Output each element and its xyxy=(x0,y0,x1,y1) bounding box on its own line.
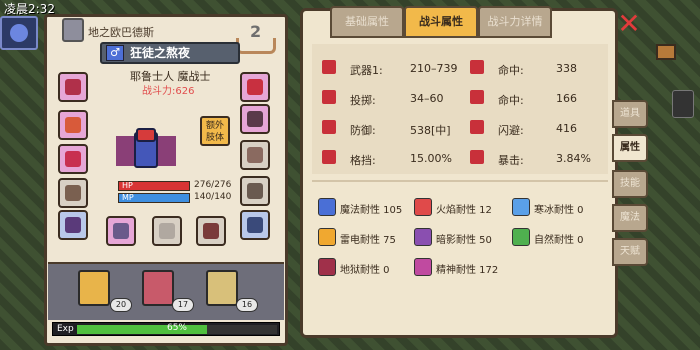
equip-slot-helmet[interactable] xyxy=(58,72,88,102)
leaf-icon xyxy=(512,228,530,246)
stat-value: 166 xyxy=(556,92,577,105)
equip-slot-belt[interactable] xyxy=(240,140,270,170)
shadow-icon xyxy=(414,228,432,246)
stat-value: 3.84% xyxy=(556,152,591,165)
equip-slot-head-ornament[interactable] xyxy=(240,72,270,102)
hell-icon xyxy=(318,258,336,276)
close-icon[interactable]: ✕ xyxy=(616,10,642,38)
resistance-label: 雷电耐性 75 xyxy=(340,235,396,246)
target-icon xyxy=(470,90,484,104)
resistance-label: 精神耐性 172 xyxy=(436,265,499,276)
stat-value: 34–60 xyxy=(410,92,444,105)
tab-basic-attributes[interactable]: 基础属性 xyxy=(330,6,404,38)
side-tab-items[interactable]: 道具 xyxy=(612,100,648,128)
stat-label: 闪避: xyxy=(498,124,524,137)
resistance-label: 暗影耐性 50 xyxy=(436,235,492,246)
character-name: 地之欧巴德斯 xyxy=(88,26,154,39)
block-icon xyxy=(322,150,336,164)
equip-slot-amulet[interactable] xyxy=(58,110,88,140)
class-banner: ♂ 狂徒之熬夜 xyxy=(100,42,240,64)
resistance-label: 魔法耐性 105 xyxy=(340,205,403,216)
side-tab-talents[interactable]: 天赋 xyxy=(612,238,648,266)
stat-value: 210–739 xyxy=(410,62,458,75)
hero-sprite xyxy=(116,128,176,178)
mp-value: 140/140 xyxy=(194,192,232,202)
exp-bar: Exp 65% xyxy=(52,322,280,336)
extra-limb-button[interactable]: 额外肢体 xyxy=(200,116,230,146)
stat-label: 暴击: xyxy=(498,154,524,167)
stat-label: 武器1: xyxy=(350,64,383,77)
mp-bar: MP xyxy=(118,193,190,203)
exp-percent: 65% xyxy=(166,323,187,333)
side-tab-skills[interactable]: 技能 xyxy=(612,170,648,198)
class-title: 狂徒之熬夜 xyxy=(130,46,191,60)
equip-slot-weapon[interactable] xyxy=(58,144,88,174)
side-tab-attributes[interactable]: 属性 xyxy=(612,134,648,162)
party-level-badge: 16 xyxy=(236,298,258,312)
stat-value: 338 xyxy=(556,62,577,75)
tab-combat-attributes[interactable]: 战斗属性 xyxy=(404,6,478,38)
equip-slot-offhand-2[interactable] xyxy=(152,216,182,246)
shield-icon xyxy=(322,120,336,134)
bow-icon xyxy=(322,90,336,104)
phone-icon[interactable] xyxy=(672,90,694,118)
stat-label: 命中: xyxy=(498,94,524,107)
equip-slot-offhand-1[interactable] xyxy=(106,216,136,246)
mp-row: MP 140/140 xyxy=(118,192,278,204)
dodge-icon xyxy=(470,120,484,134)
side-tab-magic[interactable]: 魔法 xyxy=(612,204,648,232)
stat-value: 538[中] xyxy=(410,124,451,137)
spirit-icon xyxy=(414,258,432,276)
party-level-badge: 20 xyxy=(110,298,132,312)
fire-icon xyxy=(414,198,432,216)
stat-label: 格挡: xyxy=(350,154,376,167)
party-member-3[interactable] xyxy=(206,270,238,306)
party-member-1[interactable] xyxy=(78,270,110,306)
lightning-icon xyxy=(318,228,336,246)
tab-power-details[interactable]: 战斗力详情 xyxy=(478,6,552,38)
resistance-label: 自然耐性 0 xyxy=(534,235,584,246)
stat-value: 15.00% xyxy=(410,152,452,165)
male-icon: ♂ xyxy=(106,45,124,61)
divider xyxy=(312,180,608,182)
hp-value: 276/276 xyxy=(194,180,232,190)
snowflake-icon xyxy=(512,198,530,216)
hp-bar: HP xyxy=(118,181,190,191)
target-icon xyxy=(470,60,484,74)
equip-slot-boots[interactable] xyxy=(240,210,270,240)
star-icon xyxy=(318,198,336,216)
hanger-icon[interactable] xyxy=(236,38,276,54)
chest-icon[interactable] xyxy=(656,44,676,60)
equip-slot-cloak[interactable] xyxy=(240,104,270,134)
resistance-label: 火焰耐性 12 xyxy=(436,205,492,216)
hero-avatar[interactable] xyxy=(0,16,38,50)
party-member-2[interactable] xyxy=(142,270,174,306)
resistance-label: 地狱耐性 0 xyxy=(340,265,390,276)
resistance-label: 寒冰耐性 0 xyxy=(534,205,584,216)
stat-label: 投掷: xyxy=(350,94,376,107)
equip-slot-armor[interactable] xyxy=(58,178,88,208)
power-label: 战斗力:626 xyxy=(142,86,195,97)
stat-label: 防御: xyxy=(350,124,376,137)
equip-slot-offhand-3[interactable] xyxy=(196,216,226,246)
stat-value: 416 xyxy=(556,122,577,135)
hp-row: HP 276/276 xyxy=(118,180,278,192)
stat-label: 命中: xyxy=(498,64,524,77)
emblem-icon xyxy=(62,18,84,42)
crit-icon xyxy=(470,150,484,164)
party-level-badge: 17 xyxy=(172,298,194,312)
equip-slot-ring[interactable] xyxy=(58,210,88,240)
sword-icon xyxy=(322,60,336,74)
